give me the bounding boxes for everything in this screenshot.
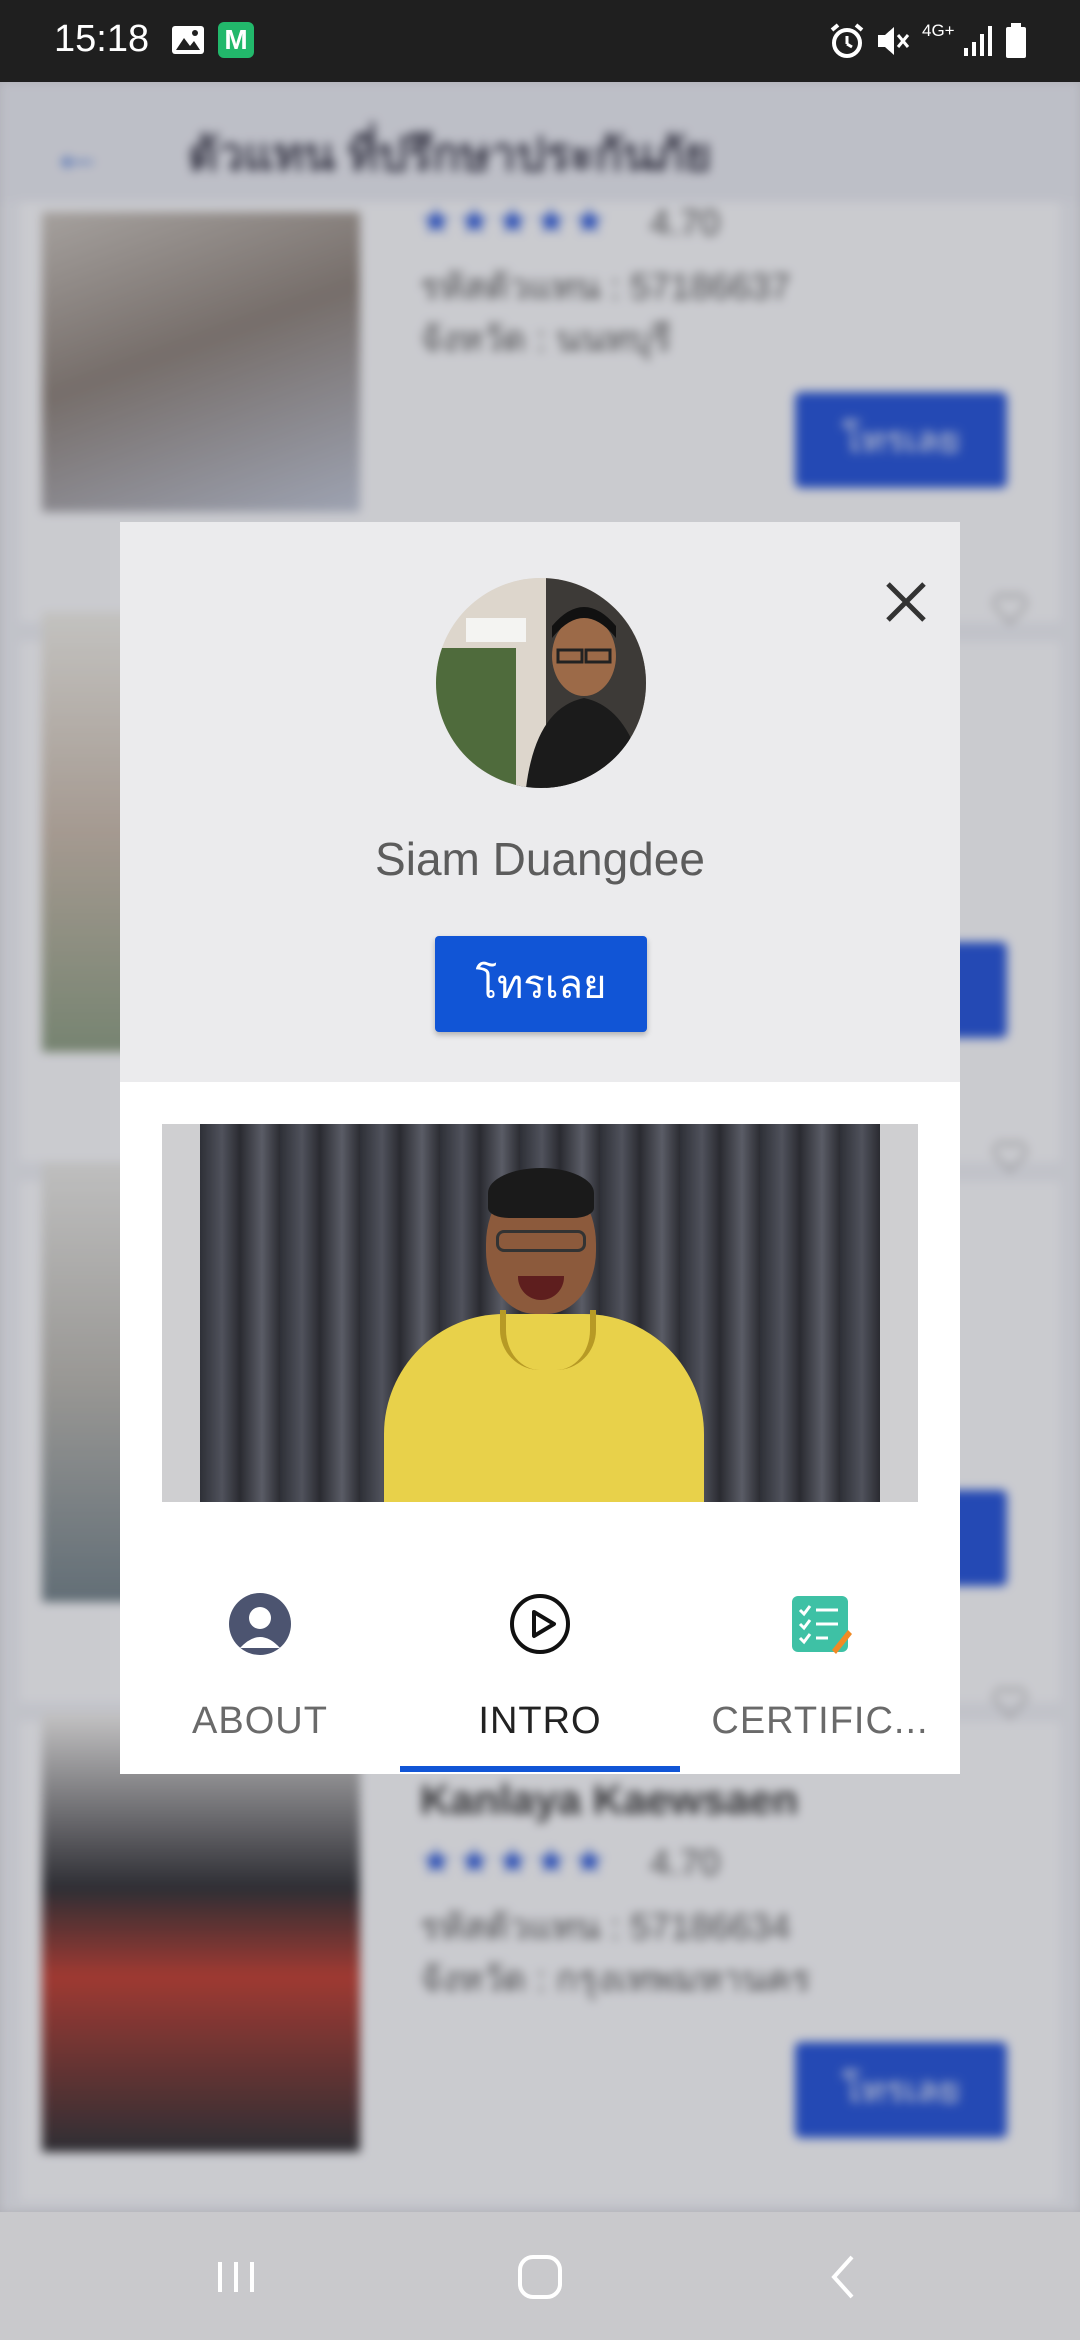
certificate-checklist-icon [792, 1596, 852, 1654]
video-thumbnail [200, 1124, 880, 1502]
person-icon [229, 1593, 291, 1655]
tab-certificate[interactable]: CERTIFIC... [680, 1592, 960, 1774]
close-icon [886, 582, 926, 622]
status-bar: 15:18 M 4G+ [0, 0, 1080, 82]
intro-video-player[interactable] [162, 1124, 918, 1502]
m-app-icon: M [218, 22, 254, 58]
system-nav-bar [0, 2212, 1080, 2340]
tab-intro-label: INTRO [478, 1700, 602, 1742]
signal-icon [962, 22, 996, 63]
image-icon [170, 22, 206, 63]
profile-header: Siam Duangdee โทรเลย [120, 522, 960, 1082]
agent-profile-dialog: Siam Duangdee โทรเลย ABOUT INTRO CERTIFI… [120, 522, 960, 1774]
tab-about-label: ABOUT [192, 1700, 328, 1742]
tab-intro[interactable]: INTRO [400, 1592, 680, 1774]
call-now-button[interactable]: โทรเลย [435, 936, 647, 1032]
status-time: 15:18 [54, 18, 150, 60]
recent-apps-icon[interactable] [196, 2242, 276, 2312]
alarm-icon [828, 22, 866, 65]
agent-avatar [436, 578, 646, 788]
network-label: 4G+ [922, 21, 955, 40]
video-person-hair [488, 1168, 594, 1218]
video-person-glasses [496, 1230, 586, 1252]
tab-about[interactable]: ABOUT [120, 1592, 400, 1774]
back-icon[interactable] [804, 2242, 884, 2312]
play-icon [510, 1594, 570, 1654]
mute-icon [874, 22, 912, 65]
tab-certificate-label: CERTIFIC... [711, 1700, 929, 1742]
battery-icon [1004, 22, 1028, 65]
home-icon[interactable] [500, 2242, 580, 2312]
active-tab-indicator [400, 1766, 680, 1772]
agent-name: Siam Duangdee [375, 833, 705, 885]
close-button[interactable] [866, 562, 946, 642]
profile-tabs: ABOUT INTRO CERTIFIC... [120, 1592, 960, 1774]
